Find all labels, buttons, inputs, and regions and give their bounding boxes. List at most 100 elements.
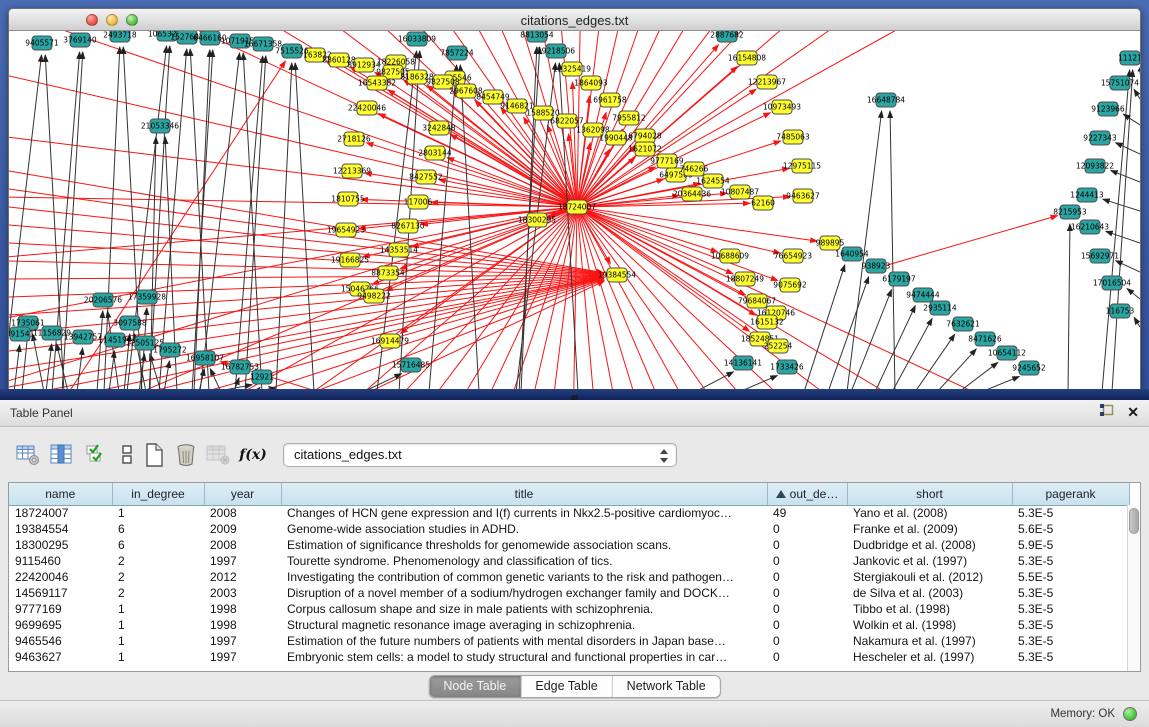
cell-pagerank[interactable]: 5.3E-5 xyxy=(1012,585,1129,601)
graph-node[interactable]: 10654112 xyxy=(988,346,1026,360)
graph-node[interactable]: 9474444 xyxy=(906,288,940,302)
cell-out_de[interactable]: 0 xyxy=(767,617,847,633)
cell-short[interactable]: Jankovic et al. (1997) xyxy=(847,553,1012,569)
graph-node[interactable]: 3097588 xyxy=(113,316,147,330)
cell-name[interactable]: 14569117 xyxy=(9,585,112,601)
cell-in_degree[interactable]: 1 xyxy=(112,617,204,633)
graph-node[interactable]: 12921 xyxy=(250,370,274,384)
graph-node[interactable]: 8427552 xyxy=(409,170,443,184)
network-canvas[interactable]: 1872400719384554183002957163822886012889… xyxy=(9,31,1140,392)
table-row[interactable]: 911546021997Tourette syndrome. Phenomeno… xyxy=(9,553,1129,569)
memory-status-indicator-icon[interactable] xyxy=(1123,707,1137,721)
cell-out_de[interactable]: 0 xyxy=(767,537,847,553)
graph-node[interactable]: 9227343 xyxy=(1083,131,1117,145)
cell-in_degree[interactable]: 6 xyxy=(112,521,204,537)
function-builder-button[interactable]: f(x) xyxy=(236,442,270,468)
table-row[interactable]: 946362711997Embryonic stem cells: a mode… xyxy=(9,649,1129,665)
network-window-titlebar[interactable]: citations_edges.txt xyxy=(9,9,1140,31)
cell-pagerank[interactable]: 5.3E-5 xyxy=(1012,617,1129,633)
close-panel-icon[interactable]: ✕ xyxy=(1127,404,1139,420)
cell-year[interactable]: 2008 xyxy=(204,505,281,521)
graph-node[interactable]: 16958107 xyxy=(186,351,224,365)
cell-year[interactable]: 2012 xyxy=(204,569,281,585)
graph-node[interactable]: 22420046 xyxy=(348,101,386,115)
cell-year[interactable]: 1998 xyxy=(204,617,281,633)
column-header-pagerank[interactable]: pagerank xyxy=(1012,483,1129,505)
graph-node[interactable]: 10688609 xyxy=(711,249,749,263)
column-header-name[interactable]: name xyxy=(9,483,112,505)
cell-out_de[interactable]: 0 xyxy=(767,569,847,585)
row-options-button[interactable] xyxy=(113,442,141,468)
cell-in_degree[interactable]: 2 xyxy=(112,585,204,601)
cell-title[interactable]: Genome-wide association studies in ADHD. xyxy=(281,521,767,537)
graph-node[interactable]: 12975115 xyxy=(783,159,821,173)
cell-name[interactable]: 9115460 xyxy=(9,553,112,569)
graph-node[interactable]: 14353514 xyxy=(380,243,418,257)
graph-node[interactable]: 17359928 xyxy=(128,290,166,304)
cell-short[interactable]: de Silva et al. (2003) xyxy=(847,585,1012,601)
graph-node[interactable]: 16914479 xyxy=(371,334,409,348)
graph-node[interactable]: 16210643 xyxy=(1071,220,1109,234)
cell-pagerank[interactable]: 5.3E-5 xyxy=(1012,505,1129,521)
cell-short[interactable]: Franke et al. (2009) xyxy=(847,521,1012,537)
delete-column-button[interactable] xyxy=(172,442,200,468)
table-selector-dropdown[interactable]: citations_edges.txt xyxy=(283,443,677,467)
graph-node[interactable]: 20364436 xyxy=(673,187,711,201)
cell-pagerank[interactable]: 5.6E-5 xyxy=(1012,521,1129,537)
table-mode-button[interactable] xyxy=(14,442,42,468)
graph-node[interactable]: 7857224 xyxy=(440,46,474,60)
graph-node[interactable]: 9463627 xyxy=(786,189,820,203)
graph-node[interactable]: 16648784 xyxy=(867,93,905,107)
cell-short[interactable]: Nakamura et al. (1997) xyxy=(847,633,1012,649)
table-row[interactable]: 2242004622012Investigating the contribut… xyxy=(9,569,1129,585)
cell-out_de[interactable]: 0 xyxy=(767,601,847,617)
cell-in_degree[interactable]: 2 xyxy=(112,569,204,585)
graph-node[interactable]: 8813054 xyxy=(520,31,554,42)
graph-node[interactable]: 76654923 xyxy=(774,249,812,263)
graph-node[interactable]: 12213967 xyxy=(748,75,786,89)
graph-node[interactable]: 14136141 xyxy=(724,356,762,370)
import-table-button[interactable] xyxy=(204,442,232,468)
cell-year[interactable]: 2003 xyxy=(204,585,281,601)
graph-node[interactable]: 8873354 xyxy=(371,266,405,280)
graph-node[interactable]: 10973493 xyxy=(763,100,801,114)
cell-year[interactable]: 1997 xyxy=(204,553,281,569)
cell-title[interactable]: Structural magnetic resonance image aver… xyxy=(281,617,767,633)
graph-node[interactable]: 7485063 xyxy=(776,130,810,144)
cell-pagerank[interactable]: 5.5E-5 xyxy=(1012,569,1129,585)
table-row[interactable]: 1938455462009Genome-wide association stu… xyxy=(9,521,1129,537)
graph-node[interactable]: 116753 xyxy=(1106,304,1135,318)
graph-node[interactable]: 9075692 xyxy=(773,278,807,292)
cell-short[interactable]: Wolkin et al. (1998) xyxy=(847,617,1012,633)
graph-node[interactable]: 12093822 xyxy=(1076,159,1114,173)
column-header-out_de[interactable]: out_de… xyxy=(767,483,847,505)
graph-node[interactable]: 13942757 xyxy=(64,330,102,344)
graph-node[interactable]: 19218506 xyxy=(537,44,575,58)
graph-node[interactable]: 9123966 xyxy=(1091,102,1125,116)
graph-node[interactable]: 16033809 xyxy=(398,32,436,46)
table-row[interactable]: 969969511998Structural magnetic resonanc… xyxy=(9,617,1129,633)
graph-node[interactable]: 1615132 xyxy=(750,315,784,329)
graph-node[interactable]: 7632621 xyxy=(946,317,980,331)
cell-in_degree[interactable]: 2 xyxy=(112,553,204,569)
show-columns-button[interactable] xyxy=(48,442,76,468)
graph-node[interactable]: 12213369 xyxy=(333,164,371,178)
tab-node-table[interactable]: Node Table xyxy=(429,676,520,697)
cell-year[interactable]: 1997 xyxy=(204,633,281,649)
cell-pagerank[interactable]: 5.9E-5 xyxy=(1012,537,1129,553)
graph-node[interactable]: 2935114 xyxy=(923,301,957,315)
column-header-title[interactable]: title xyxy=(281,483,767,505)
cell-short[interactable]: Dudbridge et al. (2008) xyxy=(847,537,1012,553)
graph-node[interactable]: 16154808 xyxy=(728,51,766,65)
graph-node[interactable]: 15751074 xyxy=(1101,76,1139,90)
table-row[interactable]: 946554611997Estimation of the future num… xyxy=(9,633,1129,649)
cell-title[interactable]: Estimation of significance thresholds fo… xyxy=(281,537,767,553)
graph-node[interactable]: 989895 xyxy=(816,236,845,250)
cell-in_degree[interactable]: 1 xyxy=(112,505,204,521)
cell-out_de[interactable]: 0 xyxy=(767,633,847,649)
graph-node[interactable]: 8267130 xyxy=(391,219,425,233)
cell-in_degree[interactable]: 1 xyxy=(112,633,204,649)
cell-out_de[interactable]: 49 xyxy=(767,505,847,521)
graph-node[interactable]: 11121 xyxy=(1118,51,1140,65)
cell-pagerank[interactable]: 5.3E-5 xyxy=(1012,633,1129,649)
